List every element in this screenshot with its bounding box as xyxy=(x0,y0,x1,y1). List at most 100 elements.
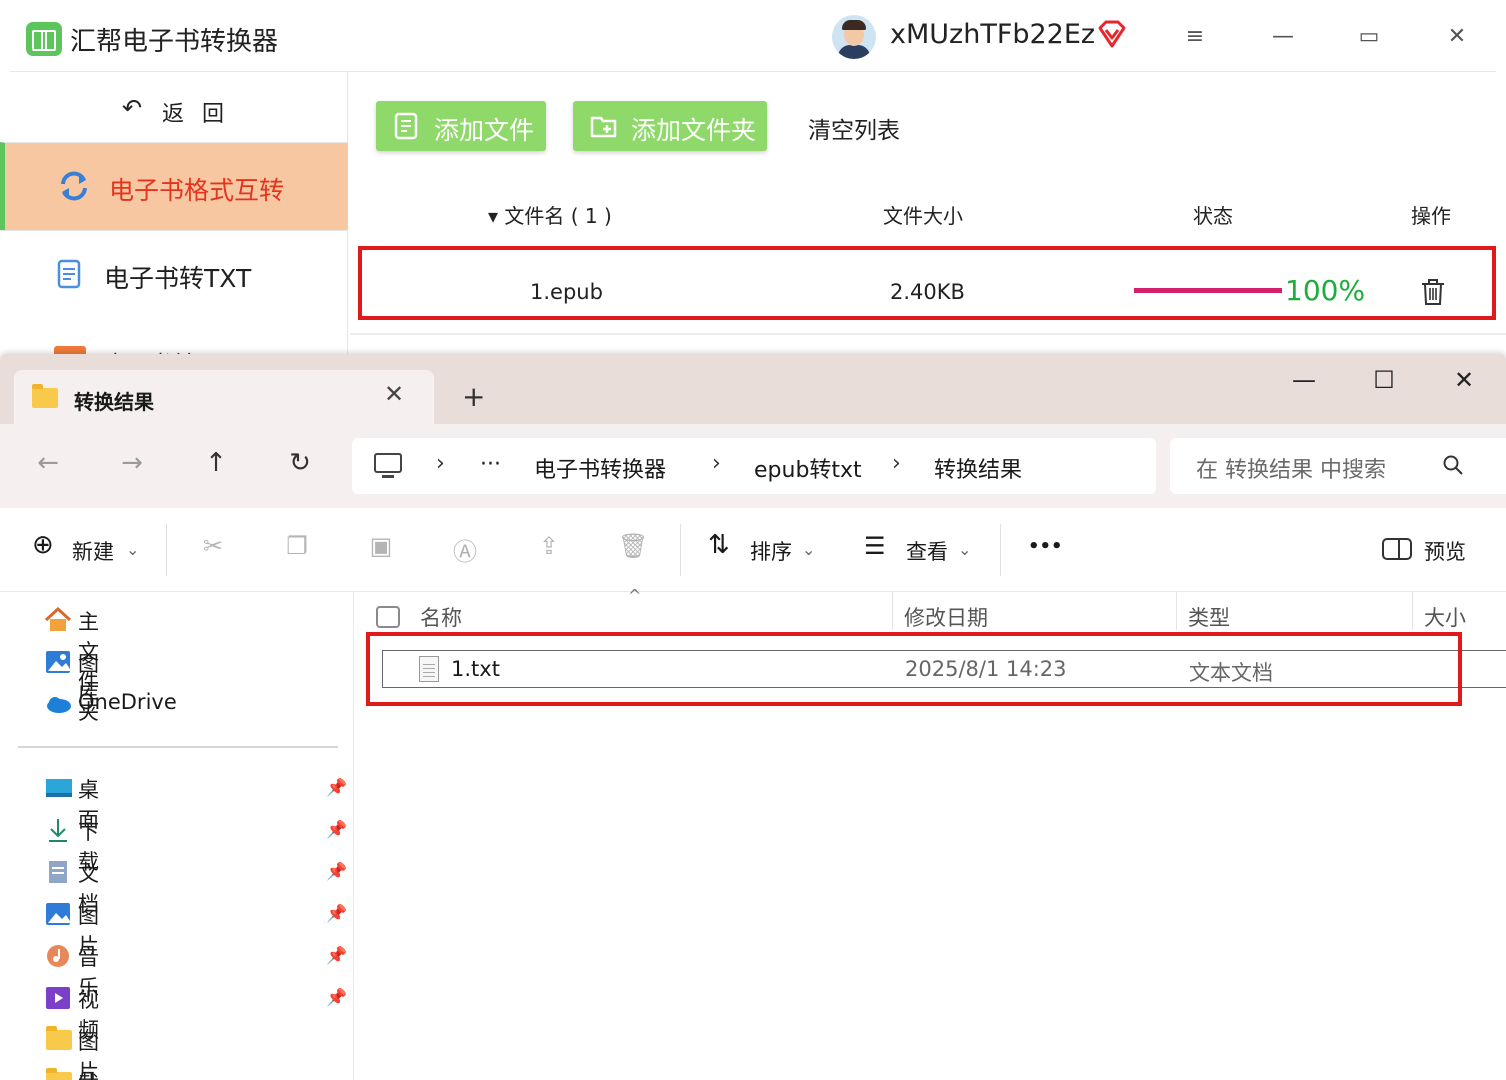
back-button[interactable]: ↶ 返回 xyxy=(0,72,348,142)
refresh-icon xyxy=(61,171,87,201)
folder-icon xyxy=(46,1026,72,1050)
minimize-button[interactable]: — xyxy=(1284,366,1324,394)
pin-icon[interactable]: 📌 xyxy=(326,946,347,966)
refresh-icon[interactable]: ↻ xyxy=(280,448,320,478)
app-logo-icon xyxy=(26,22,62,56)
add-folder-icon xyxy=(590,116,617,138)
pin-icon[interactable]: 📌 xyxy=(326,862,347,882)
menu-icon[interactable]: ≡ xyxy=(1178,20,1212,54)
column-header-filename[interactable]: ▾ 文件名 ( 1 ) xyxy=(488,200,612,229)
copy-icon[interactable]: ❐ xyxy=(282,532,312,562)
search-placeholder: 在 转换结果 中搜索 xyxy=(1196,458,1386,483)
add-folder-label: 添加文件夹 xyxy=(631,116,757,145)
app-title: 汇帮电子书转换器 xyxy=(70,27,279,57)
preview-button[interactable]: 预览 xyxy=(1424,536,1466,566)
file-list: ^ 名称 修改日期 类型 大小 1.txt 2025/8/1 14:23 文本文… xyxy=(354,586,1506,1080)
sort-button[interactable]: 排序 xyxy=(750,536,792,566)
add-folder-button[interactable]: 添加文件夹 xyxy=(573,101,767,151)
column-header-size[interactable]: 大小 xyxy=(1424,602,1466,632)
back-label: 返回 xyxy=(162,102,243,127)
view-icon: ☰ xyxy=(864,532,886,560)
pin-icon[interactable]: 📌 xyxy=(326,820,347,840)
add-file-label: 添加文件 xyxy=(434,116,535,145)
add-file-icon xyxy=(394,112,418,140)
column-header-status: 状态 xyxy=(1193,204,1233,228)
close-button[interactable]: ✕ xyxy=(1440,20,1474,54)
column-separator[interactable] xyxy=(1176,592,1177,630)
address-bar[interactable]: › ··· 电子书转换器 › epub转txt › 转换结果 xyxy=(352,438,1156,494)
clear-list-button[interactable]: 清空列表 xyxy=(808,111,900,145)
add-file-button[interactable]: 添加文件 xyxy=(376,101,546,151)
pin-icon[interactable]: 📌 xyxy=(326,778,347,798)
maximize-button[interactable]: ☐ xyxy=(1364,366,1404,394)
tab-conversion-result[interactable]: 转换结果 ✕ xyxy=(14,370,434,426)
divider xyxy=(166,524,167,576)
title-bar: 汇帮电子书转换器 xMUzhTFb22Ez ≡ — ▭ ✕ xyxy=(0,0,1506,72)
computer-icon xyxy=(374,453,402,478)
column-header-name[interactable]: 名称 xyxy=(420,602,462,632)
up-arrow-icon[interactable]: ↑ xyxy=(196,448,236,478)
column-header-size: 文件大小 xyxy=(883,204,963,228)
file-name-cell: 1.epub xyxy=(530,280,603,304)
breadcrumb-item[interactable]: 电子书转换器 xyxy=(534,452,666,484)
tab-title: 转换结果 xyxy=(74,390,154,414)
breadcrumb-item[interactable]: epub转txt xyxy=(754,452,862,484)
maximize-button[interactable]: ▭ xyxy=(1352,20,1386,54)
breadcrumb-more[interactable]: ··· xyxy=(480,452,501,477)
search-input[interactable]: 在 转换结果 中搜索 xyxy=(1170,438,1506,494)
sidebar: ↶ 返回 电子书格式互转 电子书转TXT xyxy=(0,72,348,360)
rename-icon[interactable]: Ⓐ xyxy=(450,532,480,566)
select-all-checkbox[interactable] xyxy=(376,606,400,628)
column-header-type[interactable]: 类型 xyxy=(1188,602,1230,632)
sidebar-item-label: 电子书转TXT xyxy=(104,264,252,293)
sidebar-item-label: 电子书格式互转 xyxy=(109,176,285,205)
vip-diamond-icon[interactable] xyxy=(1096,18,1128,50)
new-icon: ⊕ xyxy=(32,530,54,560)
sort-icon: ⇅ xyxy=(708,530,730,560)
nav-label: OneDrive xyxy=(78,690,177,714)
chevron-down-icon: ⌄ xyxy=(126,540,140,559)
download-icon xyxy=(49,819,67,842)
sidebar-item-format-convert[interactable]: 电子书格式互转 xyxy=(0,142,348,230)
back-arrow-icon[interactable]: ← xyxy=(28,448,68,478)
sidebar-item-to-txt[interactable]: 电子书转TXT xyxy=(0,230,348,318)
column-header-modified[interactable]: 修改日期 xyxy=(904,602,988,632)
folder-icon xyxy=(32,384,58,408)
close-button[interactable]: ✕ xyxy=(1444,366,1484,394)
view-button[interactable]: 查看 xyxy=(906,536,948,566)
pin-icon[interactable]: 📌 xyxy=(326,904,347,924)
breadcrumb-separator: › xyxy=(436,451,445,476)
gallery-icon xyxy=(46,651,70,673)
pictures-icon xyxy=(46,903,70,925)
videos-icon xyxy=(46,987,70,1009)
column-separator[interactable] xyxy=(1412,592,1413,630)
new-tab-button[interactable]: + xyxy=(462,380,485,413)
column-separator[interactable] xyxy=(892,592,893,630)
column-header-action: 操作 xyxy=(1411,204,1451,228)
divider xyxy=(18,746,338,748)
new-button[interactable]: 新建 xyxy=(72,536,114,566)
user-avatar[interactable] xyxy=(832,15,876,59)
music-icon xyxy=(47,945,69,967)
home-icon xyxy=(44,607,72,631)
file-size-cell: 2.40KB xyxy=(890,280,965,304)
delete-icon[interactable]: 🗑 xyxy=(618,532,648,562)
divider xyxy=(1000,524,1001,576)
navigation-bar: ← → ↑ ↻ › ··· 电子书转换器 › epub转txt › 转换结果 在… xyxy=(0,424,1506,508)
divider xyxy=(680,524,681,576)
close-tab-icon[interactable]: ✕ xyxy=(384,380,404,408)
breadcrumb-item[interactable]: 转换结果 xyxy=(934,452,1022,484)
minimize-button[interactable]: — xyxy=(1266,20,1300,54)
pin-icon[interactable]: 📌 xyxy=(326,988,347,1008)
forward-arrow-icon[interactable]: → xyxy=(112,448,152,478)
preview-pane-icon xyxy=(1382,538,1412,560)
username[interactable]: xMUzhTFb22Ez xyxy=(890,19,1095,50)
document-icon xyxy=(57,259,81,289)
share-icon[interactable]: ⇪ xyxy=(534,532,564,562)
paste-icon[interactable]: ▣ xyxy=(366,532,396,562)
cut-icon[interactable]: ✂ xyxy=(198,532,228,562)
delete-icon[interactable] xyxy=(1420,278,1446,306)
breadcrumb-separator: › xyxy=(712,451,721,476)
explorer-window: 转换结果 ✕ + — ☐ ✕ ← → ↑ ↻ › ··· 电子书转换器 › ep… xyxy=(0,354,1506,1080)
more-options-icon[interactable]: ••• xyxy=(1028,536,1063,557)
